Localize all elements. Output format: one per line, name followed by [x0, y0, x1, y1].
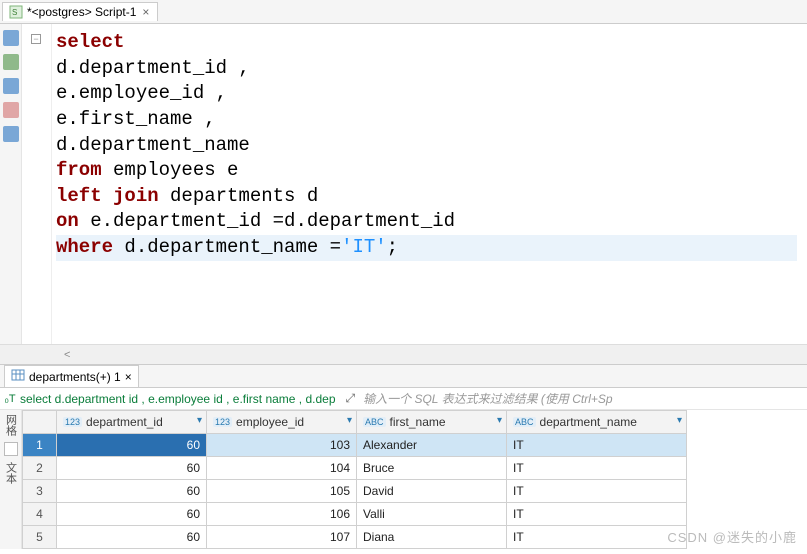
sort-icon[interactable]: ▾: [497, 415, 502, 426]
row-number[interactable]: 4: [23, 503, 57, 526]
sql-preview-icon: ₀T: [0, 393, 20, 405]
cell-department-name[interactable]: IT: [507, 480, 687, 503]
fold-marker[interactable]: −: [31, 34, 41, 44]
results-grid-wrap: 网格 文本 123department_id▾ 123employee_id▾ …: [0, 410, 807, 549]
editor-tab-bar: S *<postgres> Script-1 ×: [0, 0, 807, 24]
kw-from: from: [56, 159, 102, 181]
sql-string: 'IT': [341, 236, 387, 258]
sql-line: employees e: [102, 159, 239, 181]
editor-left-rail: [0, 24, 22, 344]
table-row[interactable]: 5 60 107 Diana IT: [23, 526, 687, 549]
cell-department-id[interactable]: 60: [57, 457, 207, 480]
query-preview-text: select d.department id , e.employee id ,…: [20, 392, 342, 406]
rail-icon-3[interactable]: [3, 78, 19, 94]
cell-employee-id[interactable]: 107: [207, 526, 357, 549]
row-number[interactable]: 2: [23, 457, 57, 480]
cell-first-name[interactable]: Valli: [357, 503, 507, 526]
grid-mode-label[interactable]: 网格: [3, 414, 19, 436]
cell-first-name[interactable]: Diana: [357, 526, 507, 549]
col-header-employee-id[interactable]: 123employee_id▾: [207, 411, 357, 434]
filter-input[interactable]: 输入一个 SQL 表达式来过滤结果 (使用 Ctrl+Sp: [359, 390, 807, 407]
editor-area: − select d.department_id , e.employee_id…: [0, 24, 807, 344]
sort-icon[interactable]: ▾: [677, 415, 682, 426]
kw-where: where: [56, 236, 113, 258]
cell-department-name[interactable]: IT: [507, 457, 687, 480]
sort-icon[interactable]: ▾: [347, 415, 352, 426]
cell-department-id[interactable]: 60: [57, 434, 207, 457]
results-tab-label: departments(+) 1: [29, 370, 121, 384]
cell-first-name[interactable]: Bruce: [357, 457, 507, 480]
close-icon[interactable]: ×: [125, 370, 132, 384]
close-icon[interactable]: ×: [140, 5, 151, 19]
editor-gutter[interactable]: −: [22, 24, 52, 344]
kw-select: select: [56, 31, 124, 53]
table-icon: [11, 368, 25, 385]
col-header-first-name[interactable]: ABCfirst_name▾: [357, 411, 507, 434]
table-row[interactable]: 3 60 105 David IT: [23, 480, 687, 503]
table-row[interactable]: 1 60 103 Alexander IT: [23, 434, 687, 457]
cell-employee-id[interactable]: 105: [207, 480, 357, 503]
cell-department-id[interactable]: 60: [57, 526, 207, 549]
results-grid[interactable]: 123department_id▾ 123employee_id▾ ABCfir…: [22, 410, 687, 549]
svg-text:S: S: [12, 8, 17, 17]
sql-line: e.first_name ,: [56, 108, 216, 130]
scroll-left-icon[interactable]: <: [60, 349, 74, 361]
rail-icon-5[interactable]: [3, 126, 19, 142]
sql-line: d.department_id ,: [56, 57, 250, 79]
col-header-department-name[interactable]: ABCdepartment_name▾: [507, 411, 687, 434]
sql-line: e.employee_id ,: [56, 82, 227, 104]
cell-department-name[interactable]: IT: [507, 434, 687, 457]
numeric-type-icon: 123: [213, 417, 232, 427]
cell-department-id[interactable]: 60: [57, 480, 207, 503]
grid-mode-icon[interactable]: [4, 442, 18, 456]
editor-tab-label: *<postgres> Script-1: [27, 5, 136, 19]
cell-employee-id[interactable]: 103: [207, 434, 357, 457]
rail-icon-4[interactable]: [3, 102, 19, 118]
editor-hscrollbar[interactable]: <: [0, 344, 807, 364]
results-tab[interactable]: departments(+) 1 ×: [4, 365, 139, 387]
kw-join: join: [113, 185, 159, 207]
rownum-header[interactable]: [23, 411, 57, 434]
text-mode-label[interactable]: 文本: [3, 462, 19, 484]
query-preview-bar: ₀T select d.department id , e.employee i…: [0, 388, 807, 410]
cell-first-name[interactable]: Alexander: [357, 434, 507, 457]
rail-icon-2[interactable]: [3, 54, 19, 70]
text-type-icon: ABC: [513, 417, 536, 427]
cell-employee-id[interactable]: 106: [207, 503, 357, 526]
table-row[interactable]: 2 60 104 Bruce IT: [23, 457, 687, 480]
cell-department-name[interactable]: IT: [507, 526, 687, 549]
sql-line: d.department_name: [56, 134, 250, 156]
table-row[interactable]: 4 60 106 Valli IT: [23, 503, 687, 526]
results-left-rail: 网格 文本: [0, 410, 22, 549]
cell-employee-id[interactable]: 104: [207, 457, 357, 480]
sql-line: d.department_name =: [113, 236, 341, 258]
sql-file-icon: S: [9, 5, 23, 19]
header-row: 123department_id▾ 123employee_id▾ ABCfir…: [23, 411, 687, 434]
sort-icon[interactable]: ▾: [197, 415, 202, 426]
editor-tab[interactable]: S *<postgres> Script-1 ×: [2, 2, 158, 21]
sql-line: departments d: [159, 185, 319, 207]
rail-icon-1[interactable]: [3, 30, 19, 46]
numeric-type-icon: 123: [63, 417, 82, 427]
col-header-department-id[interactable]: 123department_id▾: [57, 411, 207, 434]
sql-editor[interactable]: select d.department_id , e.employee_id ,…: [52, 24, 807, 344]
row-number[interactable]: 3: [23, 480, 57, 503]
sql-punct: ;: [387, 236, 398, 258]
text-type-icon: ABC: [363, 417, 386, 427]
row-number[interactable]: 5: [23, 526, 57, 549]
row-number[interactable]: 1: [23, 434, 57, 457]
cell-department-name[interactable]: IT: [507, 503, 687, 526]
sql-line: e.department_id =d.department_id: [79, 210, 455, 232]
cell-department-id[interactable]: 60: [57, 503, 207, 526]
cell-first-name[interactable]: David: [357, 480, 507, 503]
kw-on: on: [56, 210, 79, 232]
results-tab-bar: departments(+) 1 ×: [0, 364, 807, 388]
expand-icon[interactable]: ⤢: [342, 391, 360, 406]
kw-left: left: [56, 185, 102, 207]
